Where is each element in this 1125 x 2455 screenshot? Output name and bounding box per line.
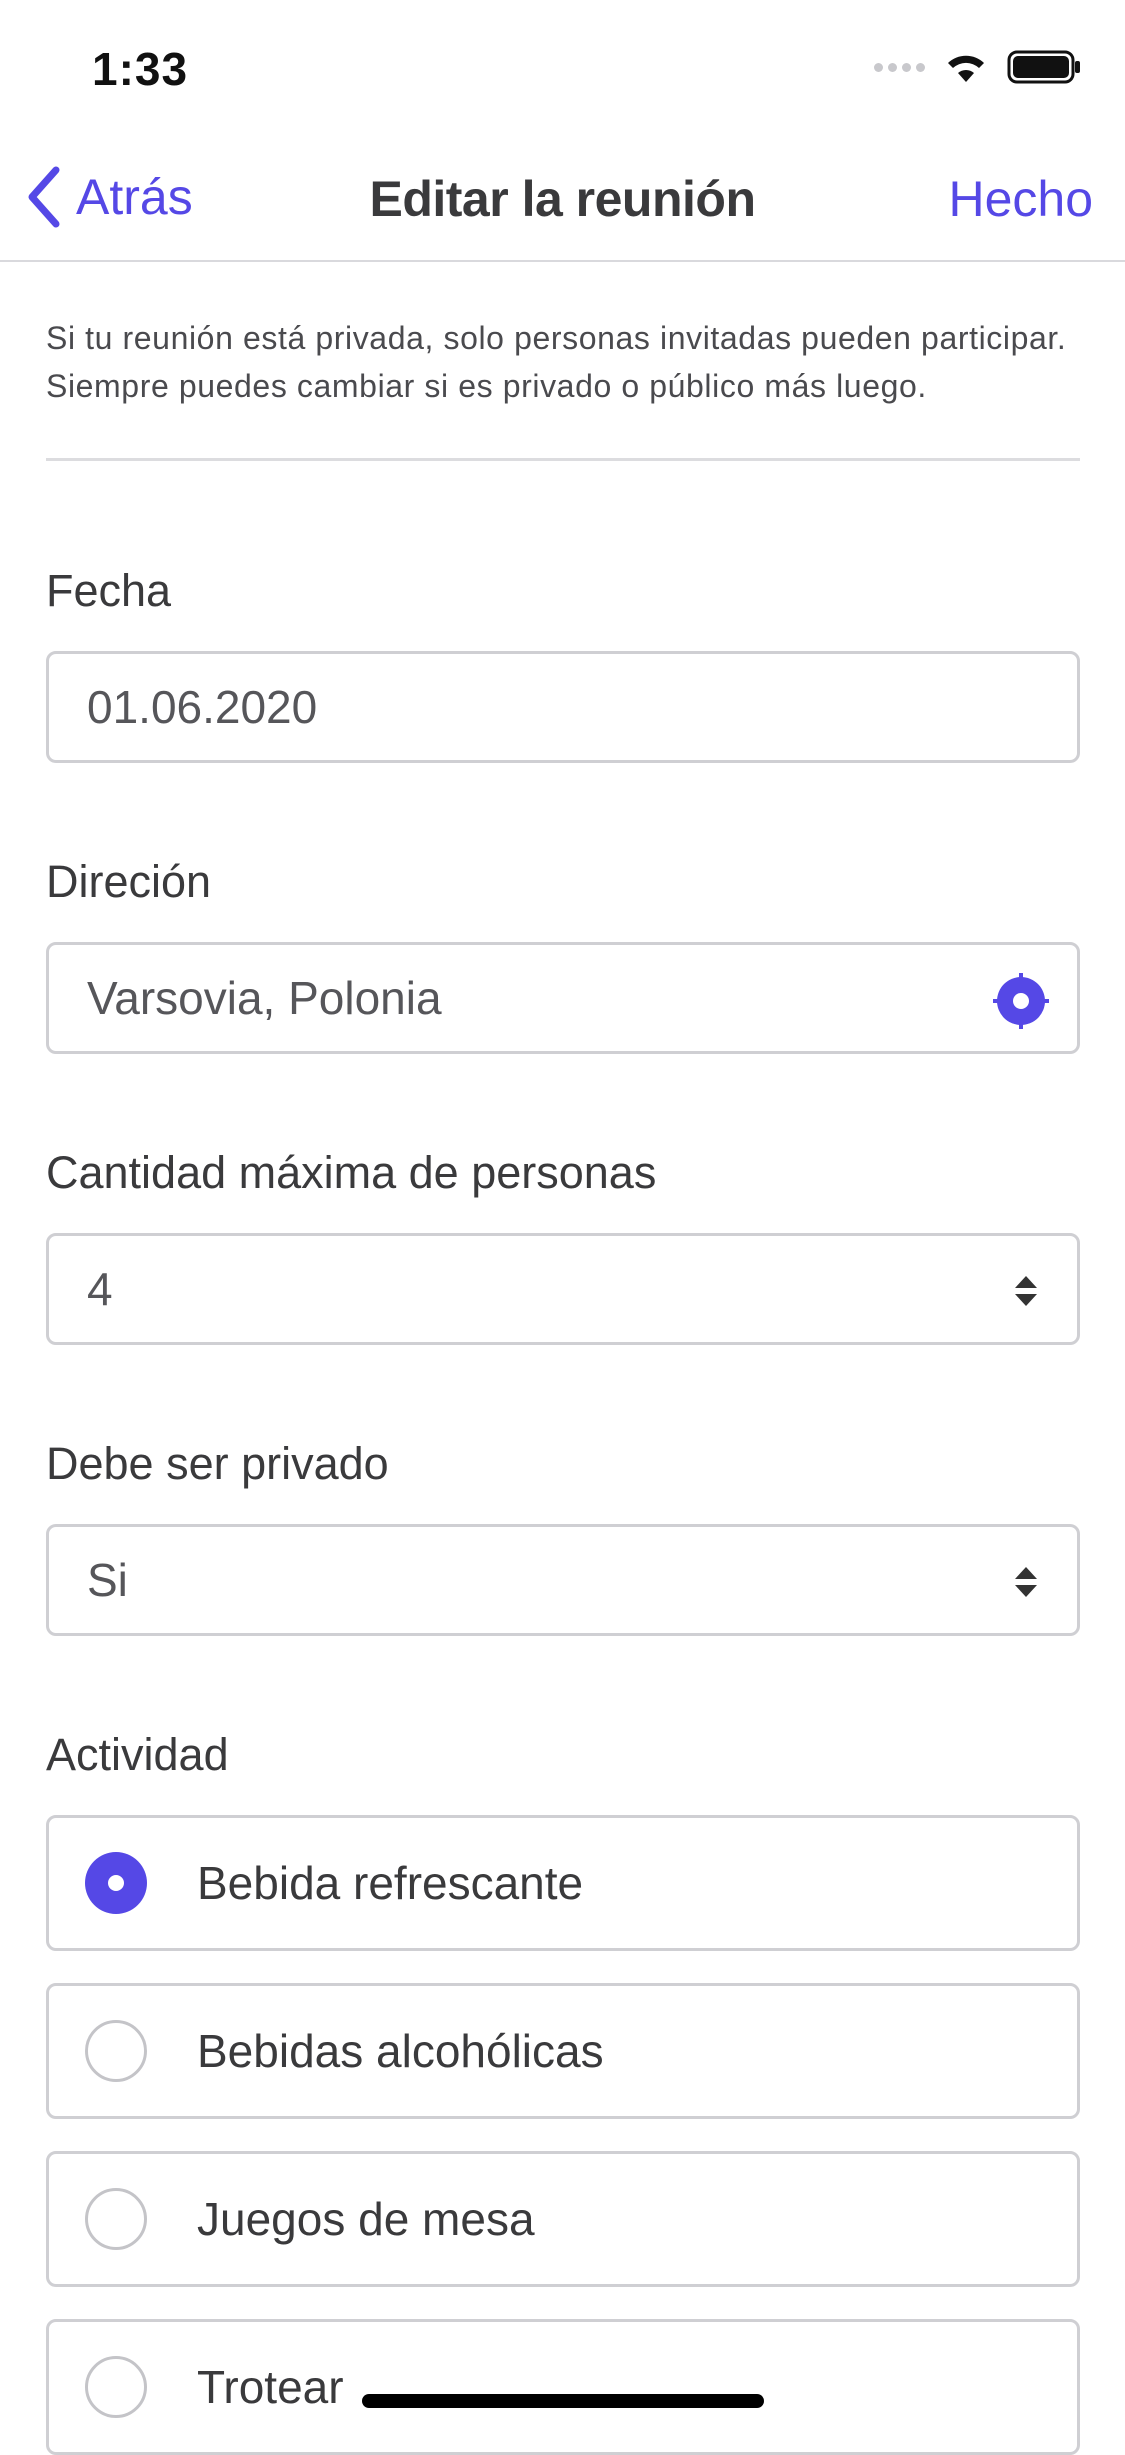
status-bar: 1:33	[0, 0, 1125, 132]
address-field: Direción Varsovia, Polonia	[46, 856, 1080, 1054]
date-input[interactable]: 01.06.2020	[46, 651, 1080, 763]
max-people-select[interactable]: 4	[46, 1233, 1080, 1345]
status-icons	[874, 50, 1081, 84]
private-select[interactable]: Si	[46, 1524, 1080, 1636]
activity-option-label: Bebidas alcohólicas	[197, 2025, 604, 2077]
info-section: Si tu reunión está privada, solo persona…	[46, 262, 1080, 461]
private-value: Si	[87, 1554, 128, 1606]
date-label: Fecha	[46, 565, 172, 616]
select-arrows-icon	[1015, 1276, 1037, 1306]
home-indicator[interactable]	[362, 2394, 764, 2408]
done-button[interactable]: Hecho	[948, 170, 1093, 228]
address-value: Varsovia, Polonia	[87, 972, 442, 1024]
radio-unchecked-icon	[85, 2188, 147, 2250]
max-people-value: 4	[87, 1263, 113, 1315]
date-value: 01.06.2020	[87, 681, 318, 733]
activity-option-alcohol[interactable]: Bebidas alcohólicas	[46, 1983, 1080, 2119]
private-field: Debe ser privado Si	[46, 1438, 1080, 1636]
activity-field: Actividad Bebida refrescante Bebidas alc…	[46, 1729, 1080, 2455]
select-arrows-icon	[1015, 1567, 1037, 1597]
max-people-label: Cantidad máxima de personas	[46, 1147, 657, 1198]
activity-option-soft-drink[interactable]: Bebida refrescante	[46, 1815, 1080, 1951]
navigation-bar: Atrás Editar la reunión Hecho	[0, 132, 1125, 262]
activity-option-board-games[interactable]: Juegos de mesa	[46, 2151, 1080, 2287]
cellular-signal-icon	[874, 62, 925, 72]
radio-unchecked-icon	[85, 2356, 147, 2418]
activity-label: Actividad	[46, 1729, 229, 1780]
activity-option-label: Trotear	[197, 2361, 344, 2413]
activity-options: Bebida refrescante Bebidas alcohólicas J…	[46, 1815, 1080, 2455]
battery-icon	[1007, 50, 1080, 84]
radio-unchecked-icon	[85, 2020, 147, 2082]
privacy-info-text: Si tu reunión está privada, solo persona…	[46, 320, 1067, 404]
address-input[interactable]: Varsovia, Polonia	[46, 942, 1080, 1054]
max-people-field: Cantidad máxima de personas 4	[46, 1147, 1080, 1345]
activity-option-jogging[interactable]: Trotear	[46, 2319, 1080, 2455]
radio-checked-icon	[85, 1852, 147, 1914]
divider	[46, 458, 1080, 461]
wifi-icon	[948, 55, 984, 82]
status-time: 1:33	[92, 43, 189, 95]
locate-icon[interactable]	[993, 973, 1049, 1029]
private-label: Debe ser privado	[46, 1438, 389, 1489]
date-field: Fecha 01.06.2020	[46, 565, 1080, 763]
activity-option-label: Juegos de mesa	[197, 2193, 535, 2245]
activity-option-label: Bebida refrescante	[197, 1857, 584, 1909]
address-label: Direción	[46, 856, 212, 907]
